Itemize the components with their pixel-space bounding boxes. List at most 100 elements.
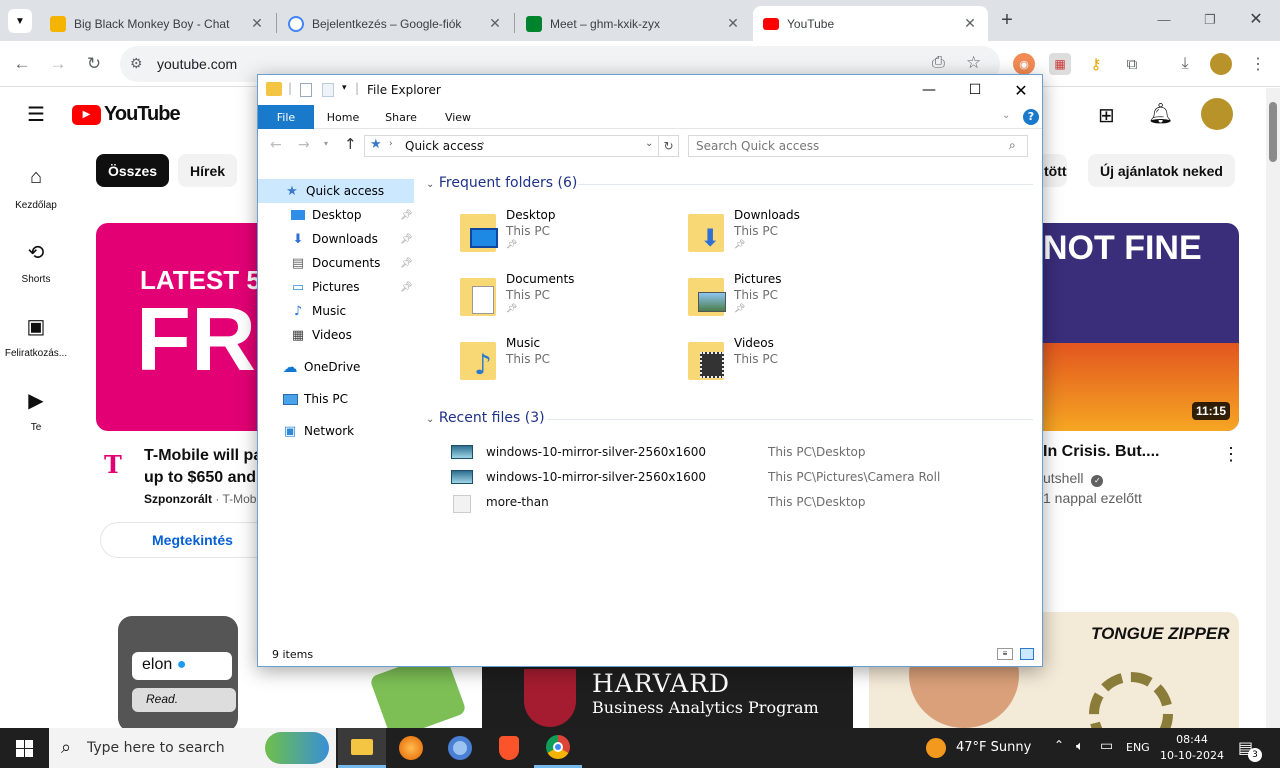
nav-desktop[interactable]: Desktop 📌︎ [258, 203, 414, 227]
recent-locations-icon[interactable]: ▾ [324, 139, 328, 148]
chip-all[interactable]: Összes [96, 154, 170, 187]
start-button[interactable] [0, 728, 48, 768]
sidebar-item-home[interactable]: ⌂ Kezdőlap [0, 166, 72, 211]
nav-onedrive[interactable]: ☁ OneDrive [258, 355, 414, 379]
nav-network[interactable]: ▣ Network [258, 419, 414, 443]
nav-pictures[interactable]: ▭ Pictures 📌︎ [258, 275, 414, 299]
back-arrow-icon[interactable]: ← [270, 137, 282, 153]
minimize-button[interactable]: — [1150, 6, 1178, 34]
folder-desktop[interactable]: Desktop This PC 📌︎ [460, 208, 660, 268]
extension-key-icon[interactable]: ⚷ [1085, 53, 1107, 75]
up-arrow-icon[interactable]: ↑ [344, 135, 357, 153]
refresh-button[interactable]: ↻ [659, 135, 679, 157]
new-tab-button[interactable]: + [996, 9, 1018, 31]
extension-puzzle-color-icon[interactable]: ▦ [1049, 53, 1071, 75]
tab-youtube[interactable]: YouTube ✕ [753, 6, 988, 41]
nav-videos[interactable]: ▦ Videos [258, 323, 414, 347]
explorer-maximize-button[interactable]: ☐ [952, 75, 998, 105]
details-view-icon[interactable]: ≡ [997, 648, 1013, 660]
chip-news[interactable]: Hírek [178, 154, 238, 187]
user-avatar[interactable] [1201, 98, 1233, 130]
taskbar-brave[interactable] [485, 728, 533, 768]
weather-sun-icon[interactable] [926, 738, 946, 758]
bottom-thumbnail-2[interactable]: HARVARD Business Analytics Program [482, 665, 853, 728]
sidebar-item-you[interactable]: ▶ Te [0, 388, 72, 433]
recent-file-row[interactable]: more-than This PC\Desktop [451, 495, 1051, 519]
site-info-icon[interactable]: ⚙ [130, 55, 143, 72]
folder-pictures[interactable]: Pictures This PC 📌︎ [688, 272, 888, 332]
ad-cta-button[interactable]: Megtekintés [100, 522, 257, 558]
network-status-icon[interactable]: ▭ [1100, 738, 1113, 754]
close-tab-icon[interactable]: ✕ [487, 15, 503, 32]
taskbar-search-box[interactable]: ⌕ Type here to search [49, 728, 336, 768]
extensions-icon[interactable]: ⧉ [1121, 53, 1143, 75]
bookmark-star-icon[interactable]: ☆ [966, 53, 981, 73]
expand-ribbon-icon[interactable]: ⌄ [1002, 110, 1010, 121]
chip-new-recommendations[interactable]: Új ajánlatok neked [1088, 154, 1235, 187]
downloads-icon[interactable]: ⤓ [1174, 53, 1196, 75]
ribbon-tab-file[interactable]: File [258, 105, 314, 129]
youtube-logo[interactable]: ▶ YouTube [72, 103, 181, 126]
install-app-icon[interactable]: ⎙ [932, 54, 945, 72]
taskbar-chrome[interactable] [534, 728, 582, 768]
tab-meet[interactable]: Meet – ghm-kxik-zyx ✕ [516, 6, 751, 41]
qat-dropdown-icon[interactable]: ▾ [342, 83, 347, 93]
nav-music[interactable]: ♪ Music [258, 299, 414, 323]
new-folder-icon[interactable] [322, 83, 334, 97]
recent-file-row[interactable]: windows-10-mirror-silver-2560x1600 This … [451, 470, 1051, 494]
scrollbar-thumb[interactable] [1269, 102, 1277, 162]
frequent-folders-header[interactable]: ⌄ Frequent folders (6) [426, 175, 577, 191]
folder-music[interactable]: ♪ Music This PC [460, 336, 660, 396]
language-indicator[interactable]: ENG [1126, 741, 1150, 754]
weather-text[interactable]: 47°F Sunny [956, 740, 1031, 755]
recent-files-header[interactable]: ⌄ Recent files (3) [426, 410, 545, 426]
video-title[interactable]: In Crisis. But.... [1043, 443, 1159, 461]
close-window-button[interactable]: ✕ [1242, 6, 1270, 34]
folder-videos[interactable]: Videos This PC [688, 336, 888, 396]
address-dropdown-icon[interactable]: ⌄ [645, 138, 653, 149]
video-thumbnail[interactable]: NOT FINE 11:15 [1043, 223, 1239, 431]
tab-search-button[interactable]: ▼ [8, 9, 32, 33]
tab-google-account[interactable]: Bejelentkezés – Google-fiók ✕ [278, 6, 513, 41]
back-button[interactable]: ← [10, 52, 34, 76]
hamburger-menu-icon[interactable]: ☰ [24, 103, 48, 127]
properties-icon[interactable] [300, 83, 312, 97]
recent-file-row[interactable]: windows-10-mirror-silver-2560x1600 This … [451, 445, 1051, 469]
tab-chat[interactable]: Big Black Monkey Boy - Chat ✕ [40, 6, 275, 41]
explorer-minimize-button[interactable]: — [906, 75, 952, 105]
volume-muted-icon[interactable]: 🔈︎ [1076, 739, 1084, 754]
video-menu-icon[interactable]: ⋮ [1222, 444, 1240, 465]
folder-downloads[interactable]: ⬇ Downloads This PC 📌︎ [688, 208, 888, 268]
restore-button[interactable]: ❐ [1196, 6, 1224, 34]
explorer-close-button[interactable]: ✕ [998, 75, 1044, 105]
breadcrumb-quick-access[interactable]: Quick access [405, 139, 483, 153]
ribbon-tab-home[interactable]: Home [314, 105, 372, 129]
forward-arrow-icon[interactable]: → [298, 137, 310, 153]
chrome-menu-icon[interactable]: ⋮ [1247, 53, 1269, 75]
taskbar-firefox[interactable] [387, 728, 435, 768]
show-hidden-icons-icon[interactable]: ⌃ [1054, 738, 1064, 752]
close-tab-icon[interactable]: ✕ [249, 15, 265, 32]
close-tab-icon[interactable]: ✕ [962, 15, 978, 32]
close-tab-icon[interactable]: ✕ [725, 15, 741, 32]
large-icons-view-icon[interactable] [1020, 648, 1034, 660]
extension-orange-icon[interactable]: ◉ [1013, 53, 1035, 75]
page-scrollbar[interactable] [1266, 88, 1280, 728]
nav-quick-access[interactable]: ★ Quick access [258, 179, 414, 203]
sidebar-item-subscriptions[interactable]: ▣ Feliratkozás... [0, 314, 72, 359]
sidebar-item-shorts[interactable]: ⟲ Shorts [0, 240, 72, 285]
ribbon-tab-view[interactable]: View [430, 105, 486, 129]
folder-documents[interactable]: Documents This PC 📌︎ [460, 272, 660, 332]
notifications-bell-icon[interactable]: 🔔︎ [1148, 101, 1173, 126]
create-icon[interactable]: ⊞ [1098, 103, 1115, 128]
forward-button[interactable]: → [46, 52, 70, 76]
address-path-box[interactable]: ★ › Quick access › ⌄ [364, 135, 659, 157]
help-icon[interactable]: ? [1023, 109, 1039, 125]
nav-this-pc[interactable]: This PC [258, 387, 414, 411]
reload-button[interactable]: ↻ [82, 52, 106, 76]
taskbar-file-explorer[interactable] [338, 728, 386, 768]
taskbar-chromium[interactable] [436, 728, 484, 768]
ad-title[interactable]: T-Mobile will pa up to $650 and [144, 445, 257, 489]
nav-documents[interactable]: ▤ Documents 📌︎ [258, 251, 414, 275]
ribbon-tab-share[interactable]: Share [372, 105, 430, 129]
